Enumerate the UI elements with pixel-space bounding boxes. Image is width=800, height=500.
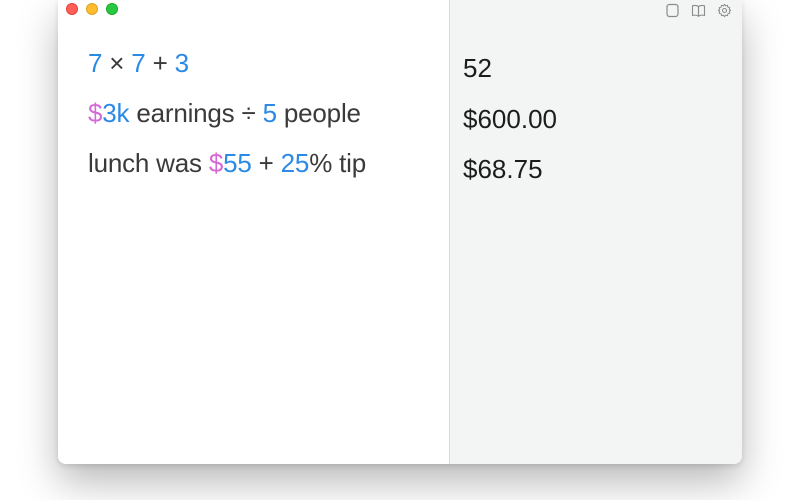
token-number: 7 (131, 48, 146, 78)
token-text: people (276, 98, 361, 128)
token-number: 25 (280, 148, 310, 178)
window-controls (66, 3, 118, 15)
sidebar-icon[interactable] (665, 3, 680, 18)
token-number: 3 (174, 48, 189, 78)
zoom-button[interactable] (106, 3, 118, 15)
token-operator: + (251, 148, 281, 178)
result-line-3[interactable]: $68.75 (463, 154, 543, 185)
minimize-button[interactable] (86, 3, 98, 15)
editor-line-1[interactable]: 7 × 7 + 3 (88, 48, 189, 79)
token-currency: $ (88, 98, 103, 128)
token-number: 3k (102, 98, 130, 128)
editor-line-2[interactable]: $3k earnings ÷ 5 people (88, 98, 361, 129)
result-line-1[interactable]: 52 (463, 53, 492, 84)
toolbar (665, 3, 732, 18)
gear-icon[interactable] (717, 3, 732, 18)
token-text: earnings ÷ (129, 98, 263, 128)
token-number: 55 (223, 148, 252, 178)
results-pane: 52 $600.00 $68.75 (449, 0, 742, 464)
token-text: % tip (309, 148, 367, 178)
close-button[interactable] (66, 3, 78, 15)
token-operator: + (145, 48, 175, 78)
token-number: 5 (262, 98, 277, 128)
token-operator: × (102, 48, 132, 78)
token-currency: $ (208, 148, 224, 178)
token-text: lunch was (88, 148, 209, 178)
token-number: 7 (88, 48, 103, 78)
editor-line-3[interactable]: lunch was $55 + 25% tip (88, 148, 366, 179)
app-window: 7 × 7 + 3 $3k earnings ÷ 5 people lunch … (58, 0, 742, 464)
result-line-2[interactable]: $600.00 (463, 104, 557, 135)
book-icon[interactable] (691, 3, 706, 18)
editor-pane[interactable]: 7 × 7 + 3 $3k earnings ÷ 5 people lunch … (58, 0, 449, 464)
